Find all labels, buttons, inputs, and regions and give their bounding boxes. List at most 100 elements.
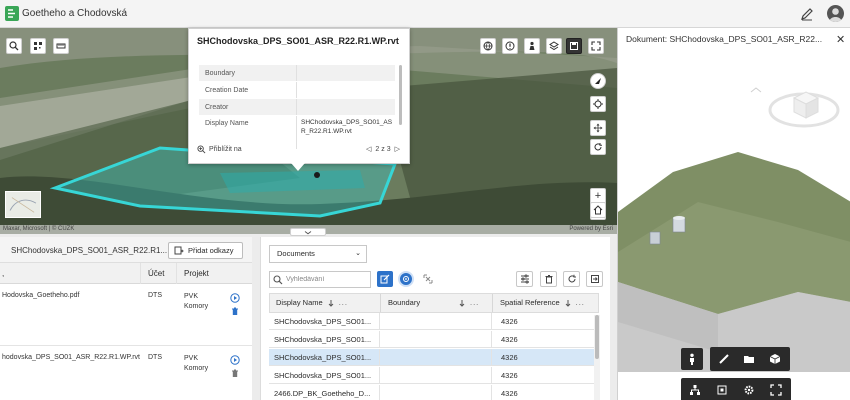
sort-icon[interactable]	[564, 299, 572, 307]
column-menu-icon[interactable]: ...	[339, 294, 348, 312]
search-input[interactable]	[286, 274, 368, 285]
clear-selection-icon	[423, 274, 432, 284]
attachment-row[interactable]: Hodovska_Goetheho.pdf DTS PVK Komory	[0, 284, 252, 346]
popup-row: Boundary	[199, 65, 395, 82]
fit-icon[interactable]	[711, 379, 733, 400]
clear-selection-button[interactable]	[419, 271, 436, 287]
column-boundary[interactable]: Boundary	[388, 294, 424, 312]
previous-icon[interactable]: ◁	[366, 145, 371, 153]
sort-icon[interactable]	[458, 299, 466, 307]
qr-code-icon[interactable]	[30, 38, 46, 54]
attachment-project-line1: PVK	[184, 355, 199, 362]
popup-pointer	[291, 163, 305, 171]
export-icon	[590, 275, 599, 283]
delete-button[interactable]	[540, 271, 557, 287]
attachment-project-line2: Komory	[184, 303, 209, 310]
save-icon[interactable]	[566, 38, 582, 54]
attachment-name[interactable]: Hodovska_Goetheho.pdf	[2, 292, 79, 299]
attribution-right[interactable]: Powered by Esri	[569, 225, 613, 234]
popup-scrollbar[interactable]	[399, 65, 402, 125]
layer-select[interactable]: Documents ⌄	[269, 245, 367, 263]
fullscreen-icon[interactable]	[588, 38, 604, 54]
column-display-name[interactable]: Display Name ...	[276, 294, 348, 312]
refresh-button[interactable]	[563, 271, 580, 287]
cell-spatial-reference: 4326	[501, 371, 518, 380]
chevron-down-icon	[304, 231, 312, 235]
search-icon[interactable]	[6, 38, 22, 54]
cell-spatial-reference: 4326	[501, 353, 518, 362]
column-menu-icon[interactable]: ...	[470, 294, 479, 312]
play-icon[interactable]	[230, 355, 240, 365]
delete-icon[interactable]	[230, 306, 240, 316]
popup-row-value	[297, 65, 395, 81]
delete-icon[interactable]	[230, 368, 240, 378]
alert-icon[interactable]	[502, 38, 518, 54]
table-row[interactable]: 2466.DP_BK_Goetheho_D... 4326	[269, 385, 599, 400]
bim-viewer[interactable]	[618, 52, 850, 400]
viewcube-home-icon[interactable]	[750, 87, 762, 93]
close-icon[interactable]: ✕	[836, 33, 845, 46]
globe-icon[interactable]	[480, 38, 496, 54]
search-field[interactable]	[269, 271, 371, 288]
cell-divider	[491, 313, 492, 330]
column-spatial-reference[interactable]: Spatial Reference ...	[500, 294, 585, 312]
person-icon[interactable]	[524, 38, 540, 54]
table-row[interactable]: SHChodovska_DPS_SO01... 4326	[269, 367, 599, 384]
cell-display-name: SHChodovska_DPS_SO01...	[274, 371, 372, 380]
overview-minimap[interactable]	[5, 191, 41, 218]
pan-icon[interactable]	[590, 120, 606, 136]
filter-button[interactable]	[516, 271, 533, 287]
measure-icon[interactable]	[53, 38, 69, 54]
sort-icon[interactable]	[327, 299, 335, 307]
document-title: Dokument: SHChodovska_DPS_SO01_ASR_R22..…	[626, 34, 823, 44]
export-button[interactable]	[586, 271, 603, 287]
select-by-location-button[interactable]	[398, 271, 414, 287]
table-row[interactable]: SHChodovska_DPS_SO01... 4326	[269, 331, 599, 348]
add-links-button[interactable]: Přidat odkazy	[168, 242, 243, 259]
pager-label: 2 z 3	[375, 145, 391, 153]
play-icon[interactable]	[230, 293, 240, 303]
cube-icon[interactable]	[764, 348, 786, 370]
cell-divider	[491, 349, 492, 366]
rotate-icon[interactable]	[590, 139, 606, 155]
collapse-panel-button[interactable]	[290, 228, 326, 236]
layer-select-value: Documents	[277, 249, 315, 258]
attachment-row[interactable]: hodovska_DPS_SO01_ASR_R22.R1.WP.rvt DTS …	[0, 346, 252, 400]
viewcube-icon[interactable]	[768, 91, 840, 128]
next-icon[interactable]: ▷	[395, 145, 400, 153]
edit-selection-button[interactable]	[377, 271, 393, 287]
attachment-name[interactable]: hodovska_DPS_SO01_ASR_R22.R1.WP.rvt	[2, 354, 140, 361]
user-avatar-icon[interactable]	[827, 5, 844, 22]
folder-icon[interactable]	[738, 348, 760, 370]
settings-icon[interactable]	[738, 379, 760, 400]
person-icon[interactable]	[681, 348, 703, 370]
hierarchy-icon[interactable]	[684, 379, 706, 400]
column-header-project[interactable]: Projekt	[184, 269, 209, 278]
popup-row-key: Boundary	[199, 65, 297, 81]
crosshair-icon[interactable]	[590, 96, 606, 112]
cell-display-name: SHChodovska_DPS_SO01...	[274, 317, 372, 326]
cell-divider	[379, 313, 380, 330]
cell-spatial-reference: 4326	[501, 317, 518, 326]
column-header-name: ,	[2, 269, 5, 278]
search-icon	[273, 275, 283, 285]
table-scrollbar[interactable]	[594, 315, 600, 400]
ruler-icon[interactable]	[713, 348, 735, 370]
home-icon[interactable]	[590, 202, 606, 218]
attachment-project: PVK Komory	[184, 354, 208, 374]
zoom-to-button[interactable]: Přiblížit na	[197, 145, 242, 154]
layers-icon[interactable]	[546, 38, 562, 54]
table-scrollbar-thumb[interactable]	[595, 315, 599, 359]
cell-divider	[379, 331, 380, 348]
compass-icon[interactable]	[590, 73, 606, 89]
attachments-header: SHChodovska_DPS_SO01_ASR_R22.R1... Přida…	[0, 237, 252, 263]
popup-footer: Přiblížit na ◁ 2 z 3 ▷	[195, 143, 400, 157]
pencil-icon[interactable]	[799, 6, 815, 22]
app-header: Goetheho a Chodovská	[0, 0, 850, 28]
table-row-selected[interactable]: SHChodovska_DPS_SO01... 4326	[269, 349, 599, 366]
fullscreen-icon[interactable]	[765, 379, 787, 400]
column-menu-icon[interactable]: ...	[576, 294, 585, 312]
popup-pager: ◁ 2 z 3 ▷	[366, 145, 400, 154]
column-header-account[interactable]: Účet	[148, 269, 164, 278]
table-row[interactable]: SHChodovska_DPS_SO01... 4326	[269, 313, 599, 330]
